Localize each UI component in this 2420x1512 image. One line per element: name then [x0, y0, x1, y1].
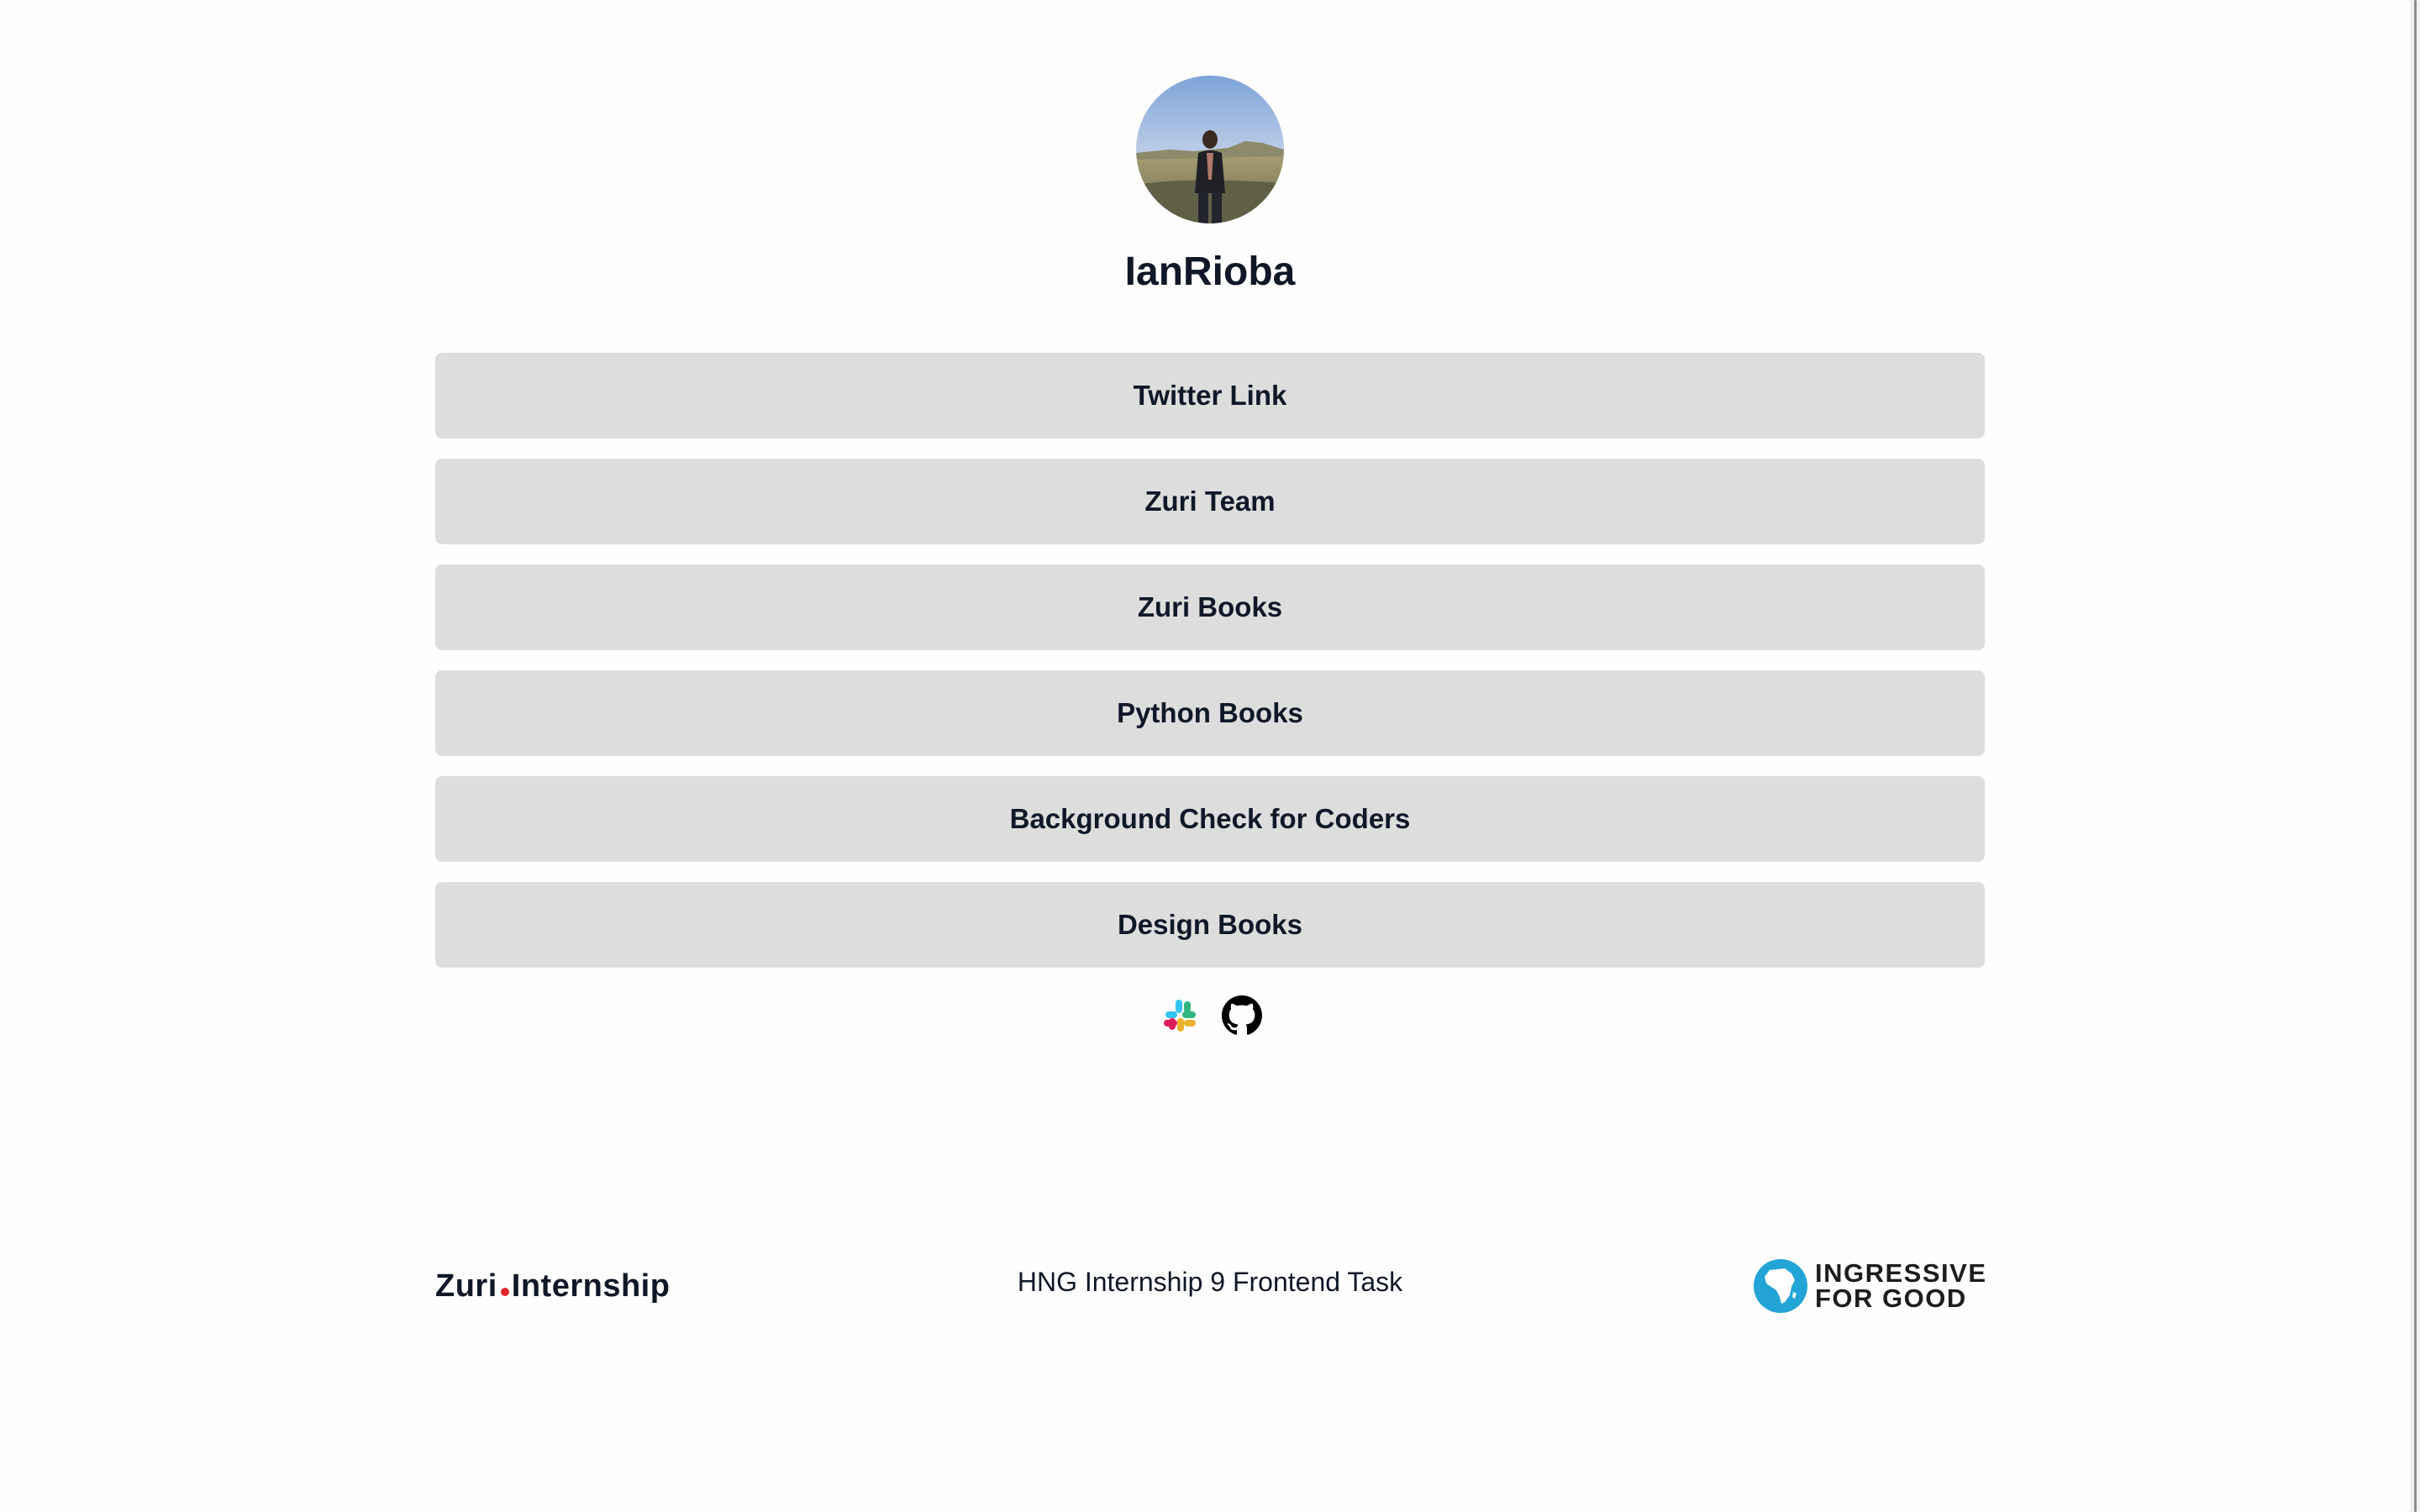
link-background-check[interactable]: Background Check for Coders	[435, 776, 1985, 862]
vertical-scrollbar[interactable]	[2411, 0, 2420, 1512]
ingressive-for-good-logo[interactable]: INGRESSIVE FOR GOOD	[1753, 1257, 1987, 1315]
link-design-books[interactable]: Design Books	[435, 882, 1985, 968]
slack-icon[interactable]	[1160, 995, 1200, 1036]
footer: Zuri Internship HNG Internship 9 Frontend…	[435, 1252, 1987, 1319]
scrollbar-thumb[interactable]	[2414, 0, 2417, 1512]
avatar	[1136, 76, 1284, 223]
link-zuri-books[interactable]: Zuri Books	[435, 564, 1985, 650]
github-icon[interactable]	[1222, 995, 1262, 1036]
zuri-internship-logo[interactable]: Zuri Internship	[435, 1268, 670, 1305]
profile-name: IanRioba	[1124, 249, 1296, 294]
zuri-logo-dot	[500, 1288, 509, 1296]
page: IanRioba Twitter Link Zuri Team Zuri Boo…	[0, 0, 2420, 1512]
i4g-line1: INGRESSIVE	[1815, 1258, 1987, 1288]
social-icons	[1160, 993, 1264, 1038]
i4g-wordmark: INGRESSIVE FOR GOOD	[1815, 1258, 1987, 1313]
link-twitter[interactable]: Twitter Link	[435, 353, 1985, 438]
i4g-line2: FOR GOOD	[1815, 1284, 1967, 1313]
africa-globe-icon	[1754, 1259, 1807, 1313]
footer-text: HNG Internship 9 Frontend Task	[1017, 1267, 1403, 1297]
link-zuri-team[interactable]: Zuri Team	[435, 459, 1985, 544]
link-python-books[interactable]: Python Books	[435, 670, 1985, 756]
zuri-logo-text-part2: Internship	[511, 1268, 671, 1304]
links-list: Twitter Link Zuri Team Zuri Books Python…	[435, 353, 1985, 988]
zuri-logo-text-part1: Zuri	[435, 1268, 497, 1304]
avatar-photo	[1136, 76, 1284, 223]
